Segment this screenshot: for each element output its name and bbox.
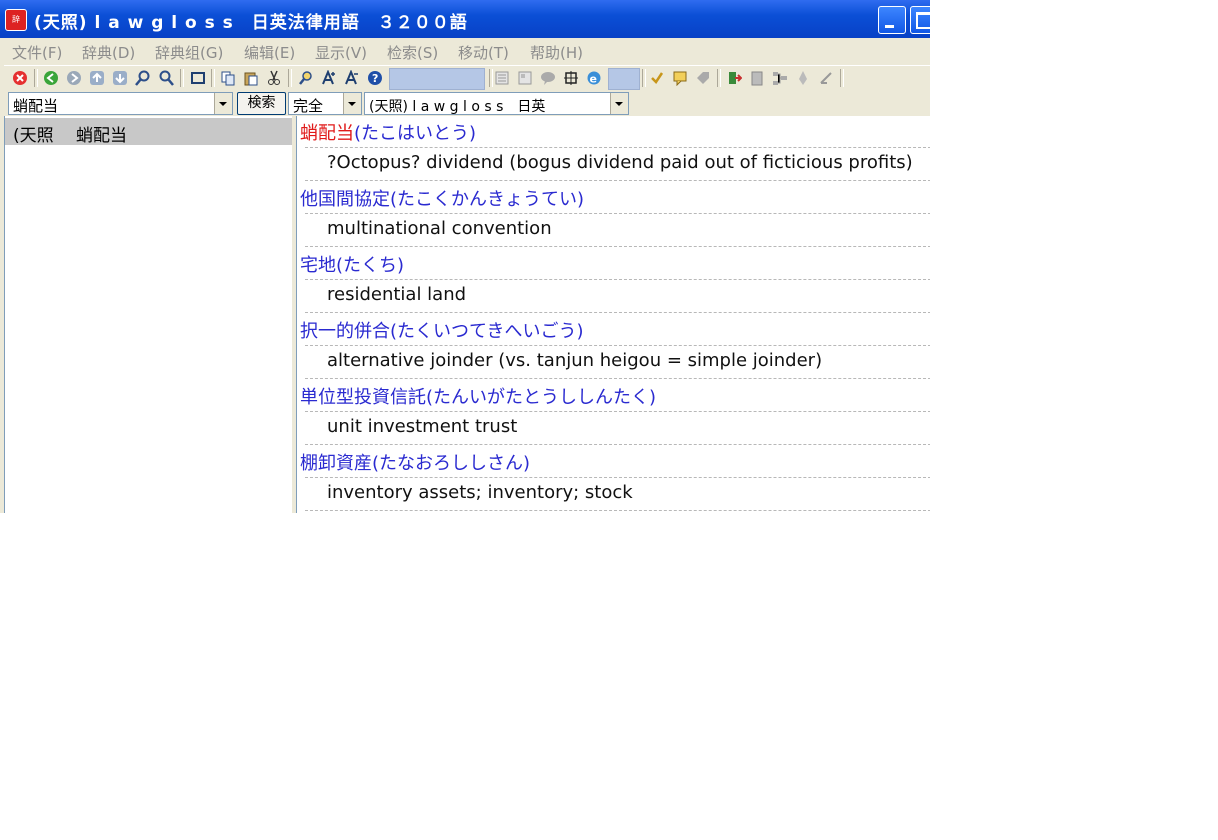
chevron-down-icon[interactable] [610, 93, 628, 114]
bubble-icon[interactable] [540, 70, 556, 86]
search-row: 蛸配当 検索 完全 (天照) l a w g l o s s 日英 [0, 90, 930, 116]
divider [305, 246, 930, 247]
font-smaller-icon[interactable] [344, 70, 360, 86]
down-icon[interactable] [112, 70, 128, 86]
font-larger-icon[interactable] [321, 70, 337, 86]
divider [305, 411, 930, 412]
paste-icon[interactable] [243, 70, 259, 86]
menu-move[interactable]: 移动(T) [458, 42, 509, 63]
entry-headword[interactable]: 択一的併合(たくいつてきへいごう) [300, 317, 584, 343]
divider [305, 213, 930, 214]
entry-definition: residential land [327, 284, 467, 305]
entry-definition: alternative joinder (vs. tanjun heigou =… [327, 350, 823, 371]
exit-icon[interactable] [726, 70, 742, 86]
entry-definition: inventory assets; inventory; stock [327, 482, 633, 503]
fullscreen-icon[interactable] [190, 70, 206, 86]
ie-icon[interactable]: e [586, 70, 602, 86]
entry-headword[interactable]: 単位型投資信託(たんいがたとうししんたく) [300, 383, 656, 409]
toolbar-blank-slot [389, 68, 485, 90]
chevron-down-icon[interactable] [343, 93, 361, 114]
divider [305, 378, 930, 379]
menu-search[interactable]: 检索(S) [387, 42, 438, 63]
svg-text:?: ? [372, 72, 378, 85]
toolbar: ? e [4, 65, 930, 91]
dictionary-select[interactable]: (天照) l a w g l o s s 日英 [364, 92, 629, 115]
search-button[interactable]: 検索 [237, 92, 286, 115]
tree-icon[interactable] [772, 70, 788, 86]
divider [305, 180, 930, 181]
clipboard-icon[interactable] [749, 70, 765, 86]
copy-icon[interactable] [220, 70, 236, 86]
cut-icon[interactable] [266, 70, 282, 86]
entry-headword[interactable]: 他国間協定(たこくかんきょうてい) [300, 185, 584, 211]
maximize-button[interactable] [910, 6, 930, 34]
entry-headword[interactable]: 宅地(たくち) [300, 251, 404, 277]
menu-bar: 文件(F) 辞典(D) 辞典组(G) 编辑(E) 显示(V) 检索(S) 移动(… [0, 38, 930, 64]
entry-definition: multinational convention [327, 218, 552, 239]
divider [305, 477, 930, 478]
layout-icon[interactable] [563, 70, 579, 86]
list-item[interactable]: (天照 蛸配当 [5, 118, 292, 146]
match-mode-select[interactable]: 完全 [288, 92, 362, 115]
list-icon[interactable] [494, 70, 510, 86]
app-icon[interactable]: 辞 [5, 9, 27, 31]
chevron-down-icon[interactable] [214, 93, 232, 114]
search-next-icon[interactable] [158, 70, 174, 86]
zoom-icon[interactable] [298, 70, 314, 86]
result-list[interactable]: (天照 蛸配当 [4, 116, 293, 513]
divider [305, 345, 930, 346]
menu-dictionary[interactable]: 辞典(D) [82, 42, 135, 63]
menu-help[interactable]: 帮助(H) [530, 42, 583, 63]
minimize-button[interactable] [878, 6, 906, 34]
divider [305, 279, 930, 280]
entry-definition: ?Octopus? dividend (bogus dividend paid … [327, 152, 913, 173]
menu-view[interactable]: 显示(V) [315, 42, 367, 63]
search-icon[interactable] [135, 70, 151, 86]
search-input[interactable]: 蛸配当 [8, 92, 233, 115]
close-icon[interactable] [12, 70, 28, 86]
edit-icon[interactable] [818, 70, 834, 86]
pen-icon[interactable] [795, 70, 811, 86]
menu-edit[interactable]: 编辑(E) [244, 42, 295, 63]
title-bar[interactable]: 辞 (天照) l a w g l o s s 日英法律用語 ３２００語 [0, 0, 930, 38]
up-icon[interactable] [89, 70, 105, 86]
window-title: (天照) l a w g l o s s 日英法律用語 ３２００語 [34, 13, 468, 33]
entry-definition: unit investment trust [327, 416, 518, 437]
app-window: 辞 (天照) l a w g l o s s 日英法律用語 ３２００語 文件(F… [0, 0, 930, 513]
tag-icon[interactable] [695, 70, 711, 86]
toolbar-blank-slot-2 [608, 68, 640, 90]
entry-headword[interactable]: 蛸配当(たこはいとう) [300, 119, 476, 145]
divider [305, 147, 930, 148]
menu-file[interactable]: 文件(F) [12, 42, 62, 63]
forward-icon[interactable] [66, 70, 82, 86]
divider [305, 312, 930, 313]
dict-icon[interactable] [517, 70, 533, 86]
note-icon[interactable] [672, 70, 688, 86]
help-icon[interactable]: ? [367, 70, 383, 86]
entry-view[interactable]: 蛸配当(たこはいとう) ?Octopus? dividend (bogus di… [296, 116, 930, 513]
entry-headword[interactable]: 棚卸資産(たなおろししさん) [300, 449, 530, 475]
back-icon[interactable] [43, 70, 59, 86]
divider [305, 510, 930, 511]
svg-text:e: e [590, 73, 597, 86]
menu-dictionary-group[interactable]: 辞典组(G) [155, 42, 223, 63]
divider [305, 444, 930, 445]
mark-icon[interactable] [649, 70, 665, 86]
